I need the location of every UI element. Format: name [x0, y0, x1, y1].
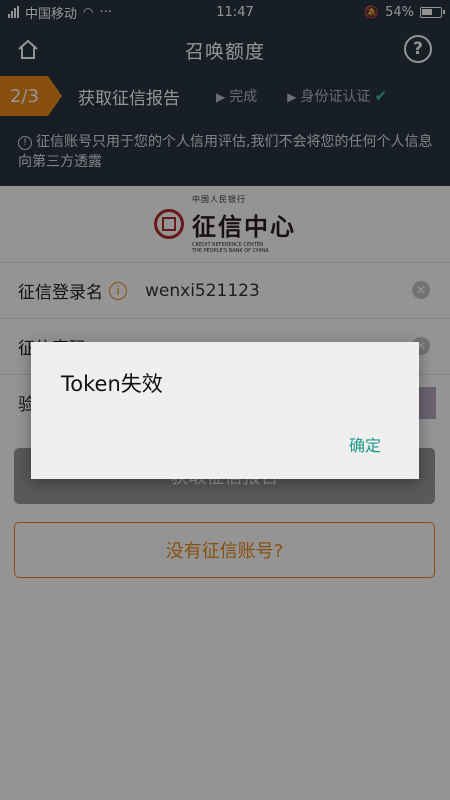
alert-dialog: Token失效 确定 — [31, 342, 419, 479]
confirm-button[interactable]: 确定 — [349, 428, 381, 460]
dialog-title: Token失效 — [61, 372, 163, 396]
